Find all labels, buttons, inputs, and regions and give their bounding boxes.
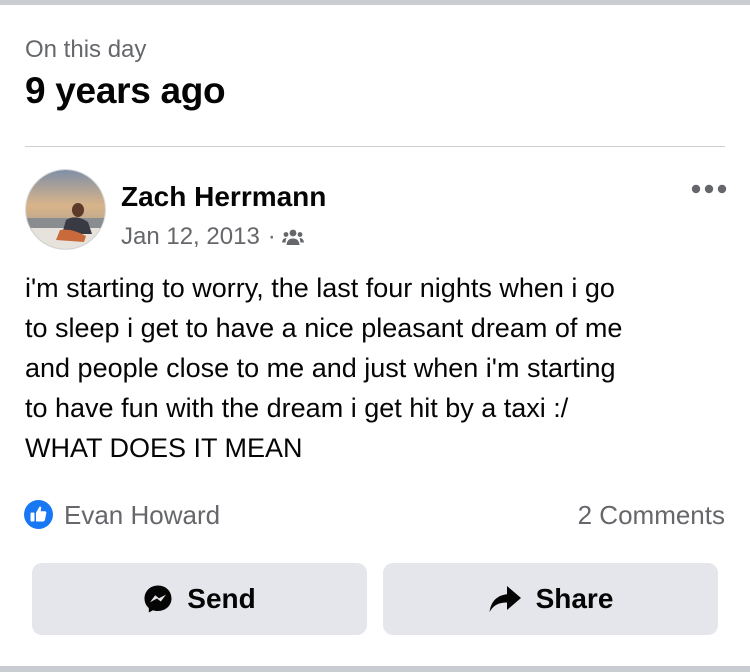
share-button[interactable]: Share [383,563,718,635]
messenger-icon [143,584,187,614]
like-icon[interactable] [24,500,53,529]
friends-icon[interactable] [281,228,304,246]
share-arrow-icon [488,584,536,614]
comments-count[interactable]: 2 Comments [578,500,725,531]
send-label: Send [187,583,256,614]
divider [25,146,725,147]
top-edge [0,0,750,5]
avatar[interactable] [25,169,106,250]
bottom-edge [0,666,750,672]
post-meta: Jan 12, 2013 · [121,223,304,251]
more-options-icon[interactable] [690,178,728,200]
meta-separator: · [267,223,276,250]
memory-label: On this day [25,36,147,63]
memory-title: 9 years ago [25,70,226,111]
send-button[interactable]: Send [32,563,367,635]
share-label: Share [535,583,614,614]
post-text: i'm starting to worry, the last four nig… [25,273,623,463]
author-name[interactable]: Zach Herrmann [121,181,326,213]
post-date[interactable]: Jan 12, 2013 [121,223,260,251]
reaction-names[interactable]: Evan Howard [64,500,220,531]
